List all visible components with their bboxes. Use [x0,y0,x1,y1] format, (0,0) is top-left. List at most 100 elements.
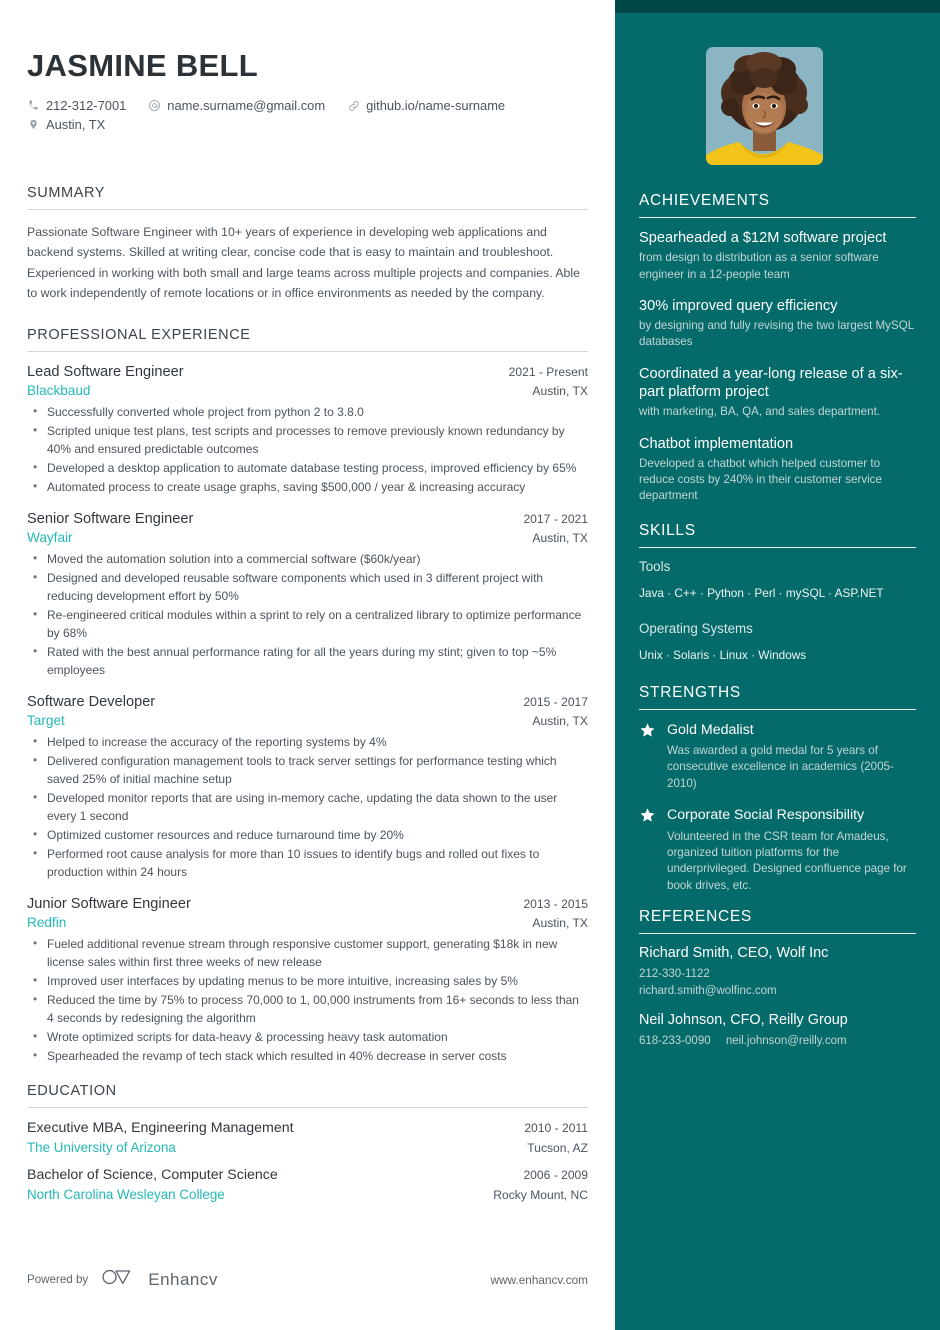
skill-list: Unix · Solaris · Linux · Windows [639,648,807,663]
skills-section: SKILLS Tools Java · C++ · Python · Perl … [639,522,916,668]
achievement-description: from design to distribution as a senior … [639,251,879,281]
reference-contact: 212-330-1122 richard.smith@wolfinc.com [639,966,916,999]
job-company: Target [27,713,65,729]
job-bullet: Optimized customer resources and reduce … [27,825,588,844]
footer-url[interactable]: www.enhancv.com [491,1273,588,1287]
skill-group-name: Operating Systems [639,621,753,637]
job-company: Redfin [27,915,67,931]
job-title: Lead Software Engineer [27,364,184,381]
strength-item: Corporate Social Responsibility Voluntee… [639,806,916,894]
job-location: Austin, TX [532,384,588,399]
experience-heading: PROFESSIONAL EXPERIENCE [27,327,251,344]
skill-group-name: Tools [639,558,671,574]
reference-contact: 618-233-0090 neil.johnson@reilly.com [639,1033,916,1049]
job-bullet: Developed monitor reports that are using… [27,788,588,825]
experience-entry: Senior Software Engineer 2017 - 2021 Way… [27,511,588,679]
avatar [706,47,823,165]
education-degree: Bachelor of Science, Computer Science [27,1167,278,1184]
job-bullet: Moved the automation solution into a com… [27,549,588,568]
job-bullet: Rated with the best annual performance r… [27,642,588,679]
reference-name: Neil Johnson, CFO, Reilly Group [639,1011,848,1028]
section-divider [27,1107,588,1109]
job-date: 2015 - 2017 [523,695,588,710]
contact-email[interactable]: name.surname@gmail.com [148,98,325,113]
page-title: JASMINE BELL [27,48,258,83]
section-divider [639,708,916,710]
education-entry: Executive MBA, Engineering Management 20… [27,1120,588,1155]
job-location: Austin, TX [532,916,588,931]
strength-description: Was awarded a gold medal for 5 years of … [667,743,894,790]
education-section: EDUCATION Executive MBA, Engineering Man… [27,1083,588,1202]
contact-website-text: github.io/name-surname [366,98,506,113]
main-column: JASMINE BELL 212-312-7001 name.surname@g… [0,0,615,1330]
experience-entry: Software Developer 2015 - 2017 Target Au… [27,694,588,881]
section-divider [27,209,588,210]
job-bullet: Re-engineered critical modules within a … [27,605,588,642]
summary-section: SUMMARY Passionate Software Engineer wit… [27,185,588,303]
contact-website[interactable]: github.io/name-surname [347,98,505,113]
achievement-title: Coordinated a year-long release of a six… [639,365,903,400]
reference-item: Richard Smith, CEO, Wolf Inc 212-330-112… [639,945,916,999]
education-date: 2006 - 2009 [523,1168,588,1183]
reference-phone: 618-233-0090 [639,1034,711,1047]
job-bullet: Delivered configuration management tools… [27,751,588,788]
job-bullet-list: Successfully converted whole project fro… [27,402,588,496]
job-date: 2017 - 2021 [523,512,588,527]
achievement-item: Chatbot implementation Developed a chatb… [639,435,916,505]
achievement-item: 30% improved query efficiency by designi… [639,297,916,351]
experience-section: PROFESSIONAL EXPERIENCE Lead Software En… [27,327,588,1065]
job-bullet: Wrote optimized scripts for data-heavy &… [27,1027,588,1046]
education-degree: Executive MBA, Engineering Management [27,1120,294,1137]
achievement-title: 30% improved query efficiency [639,297,838,314]
achievements-heading: ACHIEVEMENTS [639,192,770,209]
job-date: 2021 - Present [508,365,588,380]
job-bullet: Fueled additional revenue stream through… [27,934,588,971]
contact-location[interactable]: Austin, TX [27,117,566,132]
section-divider [639,933,916,935]
star-icon [639,722,656,744]
references-section: REFERENCES Richard Smith, CEO, Wolf Inc … [639,908,916,1049]
job-bullet: Improved user interfaces by updating men… [27,971,588,990]
job-location: Austin, TX [532,714,588,729]
skill-list: Java · C++ · Python · Perl · mySQL · ASP… [639,585,884,600]
section-divider [639,546,916,548]
sidebar: ACHIEVEMENTS Spearheaded a $12M software… [615,0,940,1330]
reference-email: richard.smith@wolfinc.com [639,984,777,997]
contact-row: 212-312-7001 name.surname@gmail.com gith… [27,98,588,136]
location-pin-icon [27,118,40,131]
education-location: Rocky Mount, NC [493,1188,588,1203]
achievement-item: Spearheaded a $12M software project from… [639,229,916,283]
education-date: 2010 - 2011 [524,1121,588,1136]
experience-entry: Lead Software Engineer 2021 - Present Bl… [27,364,588,496]
reference-item: Neil Johnson, CFO, Reilly Group 618-233-… [639,1012,916,1049]
job-bullet-list: Helped to increase the accuracy of the r… [27,732,588,881]
achievement-title: Spearheaded a $12M software project [639,230,887,246]
reference-email: neil.johnson@reilly.com [725,1034,847,1047]
contact-phone-text: 212-312-7001 [46,98,127,113]
job-bullet: Performed root cause analysis for more t… [27,844,588,881]
job-date: 2013 - 2015 [523,897,588,912]
portrait-photo [706,47,823,165]
star-icon [639,807,656,829]
job-bullet-list: Fueled additional revenue stream through… [27,934,588,1065]
sidebar-top-band [615,0,940,13]
strength-title: Gold Medalist [667,721,754,738]
achievements-section: ACHIEVEMENTS Spearheaded a $12M software… [639,192,916,505]
job-title: Junior Software Engineer [27,896,191,913]
strength-item: Gold Medalist Was awarded a gold medal f… [639,721,916,793]
reference-phone: 212-330-1122 [639,968,710,981]
contact-location-text: Austin, TX [46,117,106,132]
achievement-description: Developed a chatbot which helped custome… [639,456,882,503]
education-location: Tucson, AZ [527,1141,588,1156]
footer-powered-by-label: Powered by [27,1273,89,1286]
education-school: The University of Arizona [27,1140,176,1156]
job-bullet-list: Moved the automation solution into a com… [27,549,588,679]
job-bullet: Helped to increase the accuracy of the r… [27,732,588,751]
job-bullet: Scripted unique test plans, test scripts… [27,421,588,458]
summary-heading: SUMMARY [27,185,106,201]
strengths-section: STRENGTHS Gold Medalist Was awarded a go… [639,684,916,895]
job-bullet: Developed a desktop application to autom… [27,458,588,477]
education-heading: EDUCATION [27,1083,117,1100]
contact-phone[interactable]: 212-312-7001 [27,98,126,113]
phone-icon [27,100,40,111]
